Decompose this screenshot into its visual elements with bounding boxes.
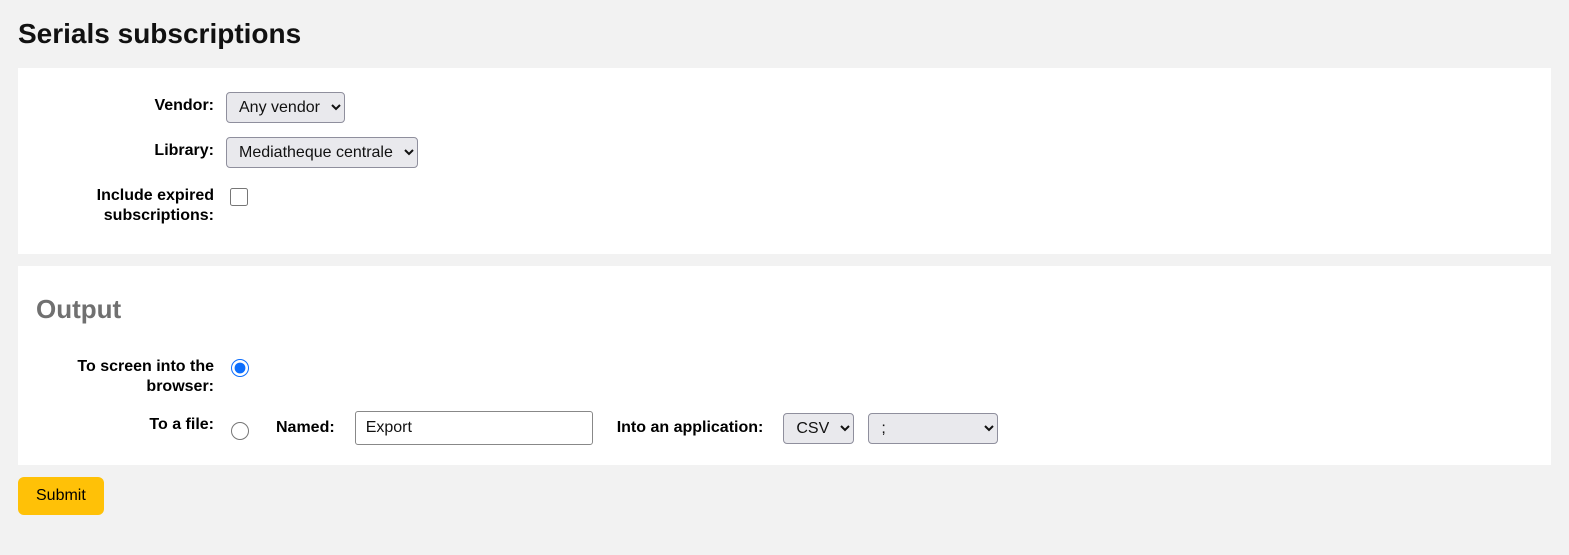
submit-button[interactable]: Submit	[18, 477, 104, 515]
named-label: Named:	[266, 419, 341, 437]
vendor-select[interactable]: Any vendor	[226, 92, 345, 123]
output-screen-label: To screen into the browser:	[36, 353, 226, 397]
output-file-radio[interactable]	[231, 422, 249, 440]
include-expired-checkbox[interactable]	[230, 188, 248, 206]
into-application-label: Into an application:	[607, 419, 770, 437]
separator-select[interactable]: ;	[868, 413, 998, 444]
format-select[interactable]: CSV	[783, 413, 854, 444]
output-file-label: To a file:	[36, 411, 226, 435]
output-screen-radio[interactable]	[231, 359, 249, 377]
export-filename-input[interactable]	[355, 411, 593, 445]
output-section-title: Output	[36, 290, 1533, 325]
output-panel: Output To screen into the browser: To a …	[18, 266, 1551, 465]
library-select[interactable]: Mediatheque centrale	[226, 137, 418, 168]
vendor-label: Vendor:	[36, 92, 226, 116]
library-label: Library:	[36, 137, 226, 161]
filters-panel: Vendor: Any vendor Library: Mediatheque …	[18, 68, 1551, 254]
include-expired-label: Include expired subscriptions:	[36, 182, 226, 226]
page-title: Serials subscriptions	[18, 18, 1551, 50]
